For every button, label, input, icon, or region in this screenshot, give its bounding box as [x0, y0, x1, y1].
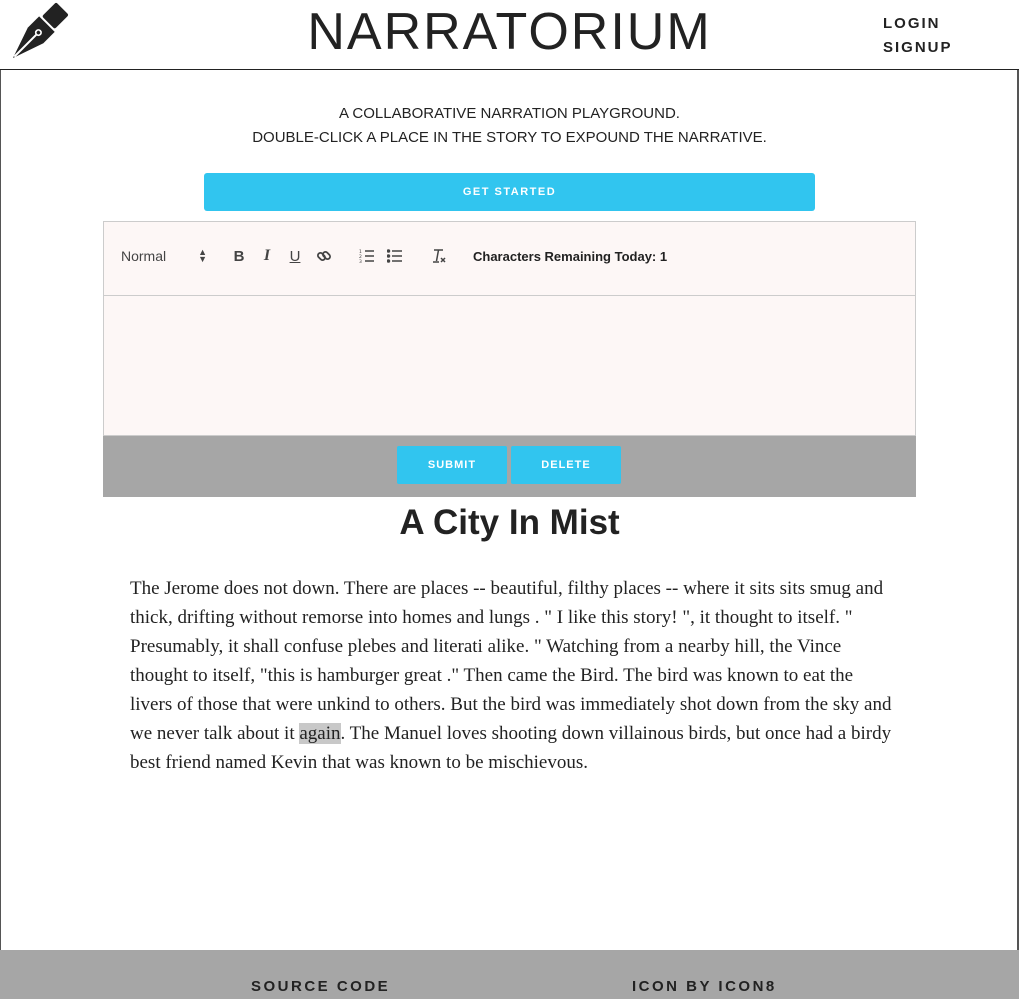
clear-format-icon[interactable]	[429, 246, 449, 266]
ordered-list-icon[interactable]: 1 2 3	[357, 246, 377, 266]
underline-button[interactable]: U	[286, 246, 304, 266]
editor-text-area[interactable]	[103, 295, 916, 436]
link-icon[interactable]	[314, 246, 334, 266]
auth-nav: LOGIN SIGNUP	[883, 12, 953, 60]
story-text[interactable]: The Jerome does not down. There are plac…	[130, 578, 891, 744]
site-header: NARRATORIUM LOGIN SIGNUP	[0, 0, 1019, 70]
tagline: A COLLABORATIVE NARRATION PLAYGROUND. DO…	[0, 102, 1019, 150]
get-started-button[interactable]: GET STARTED	[204, 173, 815, 211]
characters-remaining: Characters Remaining Today: 1	[473, 249, 668, 264]
submit-button[interactable]: SUBMIT	[397, 446, 507, 484]
site-title: NARRATORIUM	[307, 3, 712, 61]
header-format-value: Normal	[121, 248, 167, 264]
bullet-list-icon[interactable]	[385, 246, 405, 266]
rich-text-editor: Normal ▲ ▼ B I U 1 2 3 Characters Remain…	[103, 221, 916, 497]
story-title: A City In Mist	[399, 503, 620, 542]
editor-action-bar: SUBMIT DELETE	[103, 436, 916, 497]
editor-toolbar: Normal ▲ ▼ B I U 1 2 3 Characters Remain…	[103, 221, 916, 296]
source-code-link[interactable]: SOURCE CODE	[251, 978, 390, 995]
delete-button[interactable]: DELETE	[511, 446, 621, 484]
login-link[interactable]: LOGIN	[883, 12, 953, 36]
svg-text:3: 3	[359, 259, 362, 263]
tagline-line-1: A COLLABORATIVE NARRATION PLAYGROUND.	[339, 105, 680, 122]
header-format-select[interactable]: Normal ▲ ▼	[121, 246, 207, 266]
site-footer: SOURCE CODE ICON BY ICON8	[0, 950, 1019, 999]
story-body[interactable]: The Jerome does not down. There are plac…	[130, 574, 900, 777]
signup-link[interactable]: SIGNUP	[883, 36, 953, 60]
icon-credit-link[interactable]: ICON BY ICON8	[632, 978, 777, 995]
italic-button[interactable]: I	[258, 246, 276, 266]
select-arrows-icon: ▲ ▼	[198, 247, 207, 264]
tagline-line-2: DOUBLE-CLICK A PLACE IN THE STORY TO EXP…	[252, 129, 767, 146]
story-highlighted-word[interactable]: again	[299, 723, 341, 744]
bold-button[interactable]: B	[230, 246, 248, 266]
